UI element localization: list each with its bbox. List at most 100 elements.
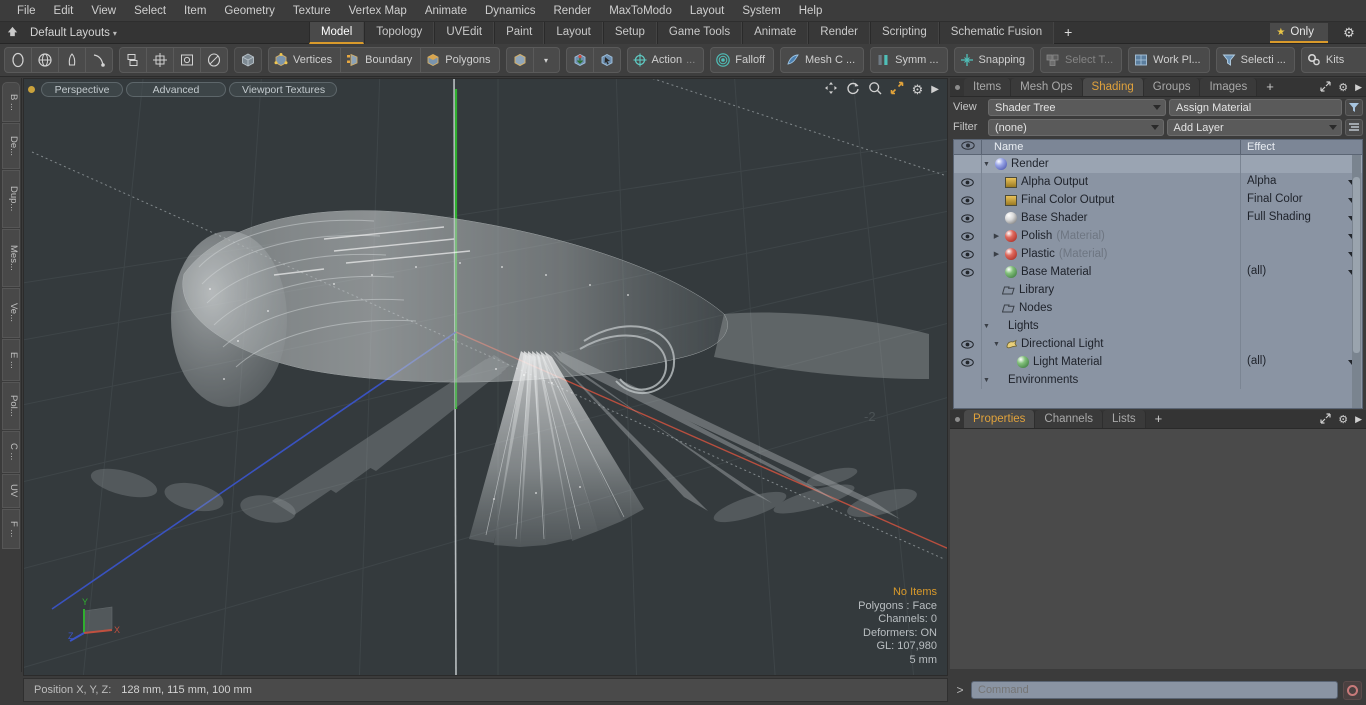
item-mode-dropdown[interactable]: ▾ [533, 47, 560, 73]
kits-button[interactable]: Kits [1300, 47, 1366, 73]
expand-icon[interactable] [1320, 80, 1331, 95]
shader-tree-scrollbar[interactable] [1352, 155, 1361, 408]
gear-icon[interactable]: ⚙ [1338, 413, 1348, 426]
add-panel-tab-button[interactable]: + [1257, 78, 1283, 96]
rotate-view-icon[interactable] [846, 81, 860, 98]
twirl-right-icon[interactable]: ▶ [992, 250, 1001, 258]
eye-toggle[interactable] [954, 191, 982, 209]
layout-selector[interactable]: Default Layouts ▾ [24, 27, 123, 39]
filter-dropdown[interactable]: (none) [988, 118, 1164, 136]
menu-item-maxtomodo[interactable]: MaxToModo [600, 0, 681, 22]
fit-view-icon[interactable] [890, 81, 904, 98]
menu-item-geometry[interactable]: Geometry [215, 0, 284, 22]
table-row[interactable]: ▶ Polish (Material) [954, 227, 1362, 245]
viewport-textures-pill[interactable]: Viewport Textures [229, 81, 337, 97]
menu-item-view[interactable]: View [82, 0, 125, 22]
sidebar-tab-polygon[interactable]: Pol... [2, 382, 20, 430]
add-layer-dropdown[interactable]: Add Layer [1166, 118, 1342, 136]
eye-toggle[interactable] [954, 173, 982, 191]
chevron-right-icon[interactable]: ▶ [1355, 414, 1362, 425]
command-input[interactable] [971, 681, 1338, 699]
viewport-perspective-pill[interactable]: Perspective [41, 81, 123, 97]
table-row[interactable]: Alpha Output Alpha [954, 173, 1362, 191]
snapping-button[interactable]: Snapping [953, 47, 1035, 73]
tab-animate[interactable]: Animate [742, 21, 809, 44]
curve-tool-button[interactable] [86, 47, 113, 73]
tab-images[interactable]: Images [1200, 78, 1258, 96]
tab-scripting[interactable]: Scripting [869, 21, 939, 44]
row-effect-cell[interactable]: Full Shading [1240, 209, 1362, 227]
table-row[interactable]: Base Shader Full Shading [954, 209, 1362, 227]
sidebar-tab-duplicate[interactable]: Dup... [2, 170, 20, 228]
viewport-3d[interactable]: -2 Perspective Advanced Viewport Texture… [23, 78, 948, 676]
menu-item-texture[interactable]: Texture [284, 0, 340, 22]
work-plane-button[interactable]: Work Pl... [1128, 47, 1210, 73]
table-row[interactable]: ▶ Plastic (Material) [954, 245, 1362, 263]
shader-tree-body[interactable]: ▼ Render Alpha Output Alpha Final Color … [953, 155, 1363, 409]
table-row[interactable]: Final Color Output Final Color [954, 191, 1362, 209]
only-button[interactable]: ★ Only [1270, 23, 1328, 43]
tab-properties[interactable]: Properties [964, 410, 1036, 428]
row-effect-cell[interactable]: (all) [1240, 263, 1362, 281]
table-row[interactable]: ▼ Lights [954, 317, 1362, 335]
menu-item-help[interactable]: Help [790, 0, 832, 22]
center-tool-button[interactable] [147, 47, 174, 73]
eye-toggle[interactable] [954, 353, 982, 371]
table-row[interactable]: Nodes [954, 299, 1362, 317]
home-icon[interactable] [0, 25, 24, 41]
menu-item-system[interactable]: System [733, 0, 789, 22]
globe-tool-button[interactable] [32, 47, 59, 73]
tab-schematic-fusion[interactable]: Schematic Fusion [938, 21, 1055, 44]
twirl-right-icon[interactable]: ▶ [992, 232, 1001, 240]
menu-item-layout[interactable]: Layout [681, 0, 734, 22]
twirl-down-icon[interactable]: ▼ [982, 323, 991, 330]
expand-icon[interactable] [1320, 412, 1331, 427]
eye-toggle[interactable] [954, 209, 982, 227]
list-options-icon[interactable] [1345, 118, 1363, 136]
gear-icon[interactable]: ⚙ [1338, 24, 1360, 42]
twirl-down-icon[interactable]: ▼ [982, 161, 991, 168]
table-row[interactable]: ▼ Environments [954, 371, 1362, 389]
scrollbar-thumb[interactable] [1353, 177, 1360, 353]
view-dropdown[interactable]: Shader Tree [988, 98, 1166, 116]
eye-toggle[interactable] [954, 227, 982, 245]
record-circle-icon[interactable] [1343, 680, 1362, 700]
sidebar-tab-deform[interactable]: De... [2, 123, 20, 169]
table-row[interactable]: ▼ Directional Light [954, 335, 1362, 353]
vertices-mode-button[interactable]: Vertices [268, 47, 342, 73]
table-row[interactable]: Base Material (all) [954, 263, 1362, 281]
menu-item-edit[interactable]: Edit [45, 0, 83, 22]
falloff-button[interactable]: Falloff [710, 47, 775, 73]
table-row[interactable]: Library [954, 281, 1362, 299]
menu-item-file[interactable]: File [8, 0, 45, 22]
tab-setup[interactable]: Setup [602, 21, 657, 44]
item-mode-button[interactable] [505, 47, 534, 73]
viewport-more-icon[interactable]: ▶ [931, 84, 939, 95]
eye-toggle[interactable] [954, 155, 982, 173]
tab-shading[interactable]: Shading [1082, 78, 1144, 96]
sidebar-tab-mesh[interactable]: Mes... [2, 229, 20, 287]
menu-item-select[interactable]: Select [125, 0, 175, 22]
polygons-mode-button[interactable]: Polygons [421, 47, 500, 73]
row-effect-cell[interactable] [1240, 227, 1362, 245]
chevron-right-icon[interactable]: ▶ [1355, 82, 1362, 93]
row-effect-cell[interactable] [1240, 245, 1362, 263]
gear-icon[interactable]: ⚙ [1338, 81, 1348, 94]
menu-item-vertex-map[interactable]: Vertex Map [340, 0, 416, 22]
table-row[interactable]: ▼ Render [954, 155, 1362, 173]
ellipse-tool-button[interactable] [4, 47, 32, 73]
symmetry-button[interactable]: Symm ... [870, 47, 948, 73]
axis-gizmo[interactable]: Y X Z [68, 593, 124, 645]
boundary-mode-button[interactable]: Boundary [341, 47, 422, 73]
twirl-down-icon[interactable]: ▼ [992, 341, 1001, 348]
add-tab-button[interactable]: + [1054, 22, 1082, 44]
viewport-advanced-pill[interactable]: Advanced [126, 81, 226, 97]
row-effect-cell[interactable]: (all) [1240, 353, 1362, 371]
sidebar-tab-fusion[interactable]: F ... [2, 509, 20, 549]
add-properties-tab-button[interactable]: + [1146, 410, 1172, 428]
row-effect-cell[interactable]: Alpha [1240, 173, 1362, 191]
menu-item-item[interactable]: Item [175, 0, 215, 22]
tab-items[interactable]: Items [964, 78, 1012, 96]
selection-sets-button[interactable]: Selecti ... [1215, 47, 1295, 73]
menu-item-render[interactable]: Render [544, 0, 600, 22]
